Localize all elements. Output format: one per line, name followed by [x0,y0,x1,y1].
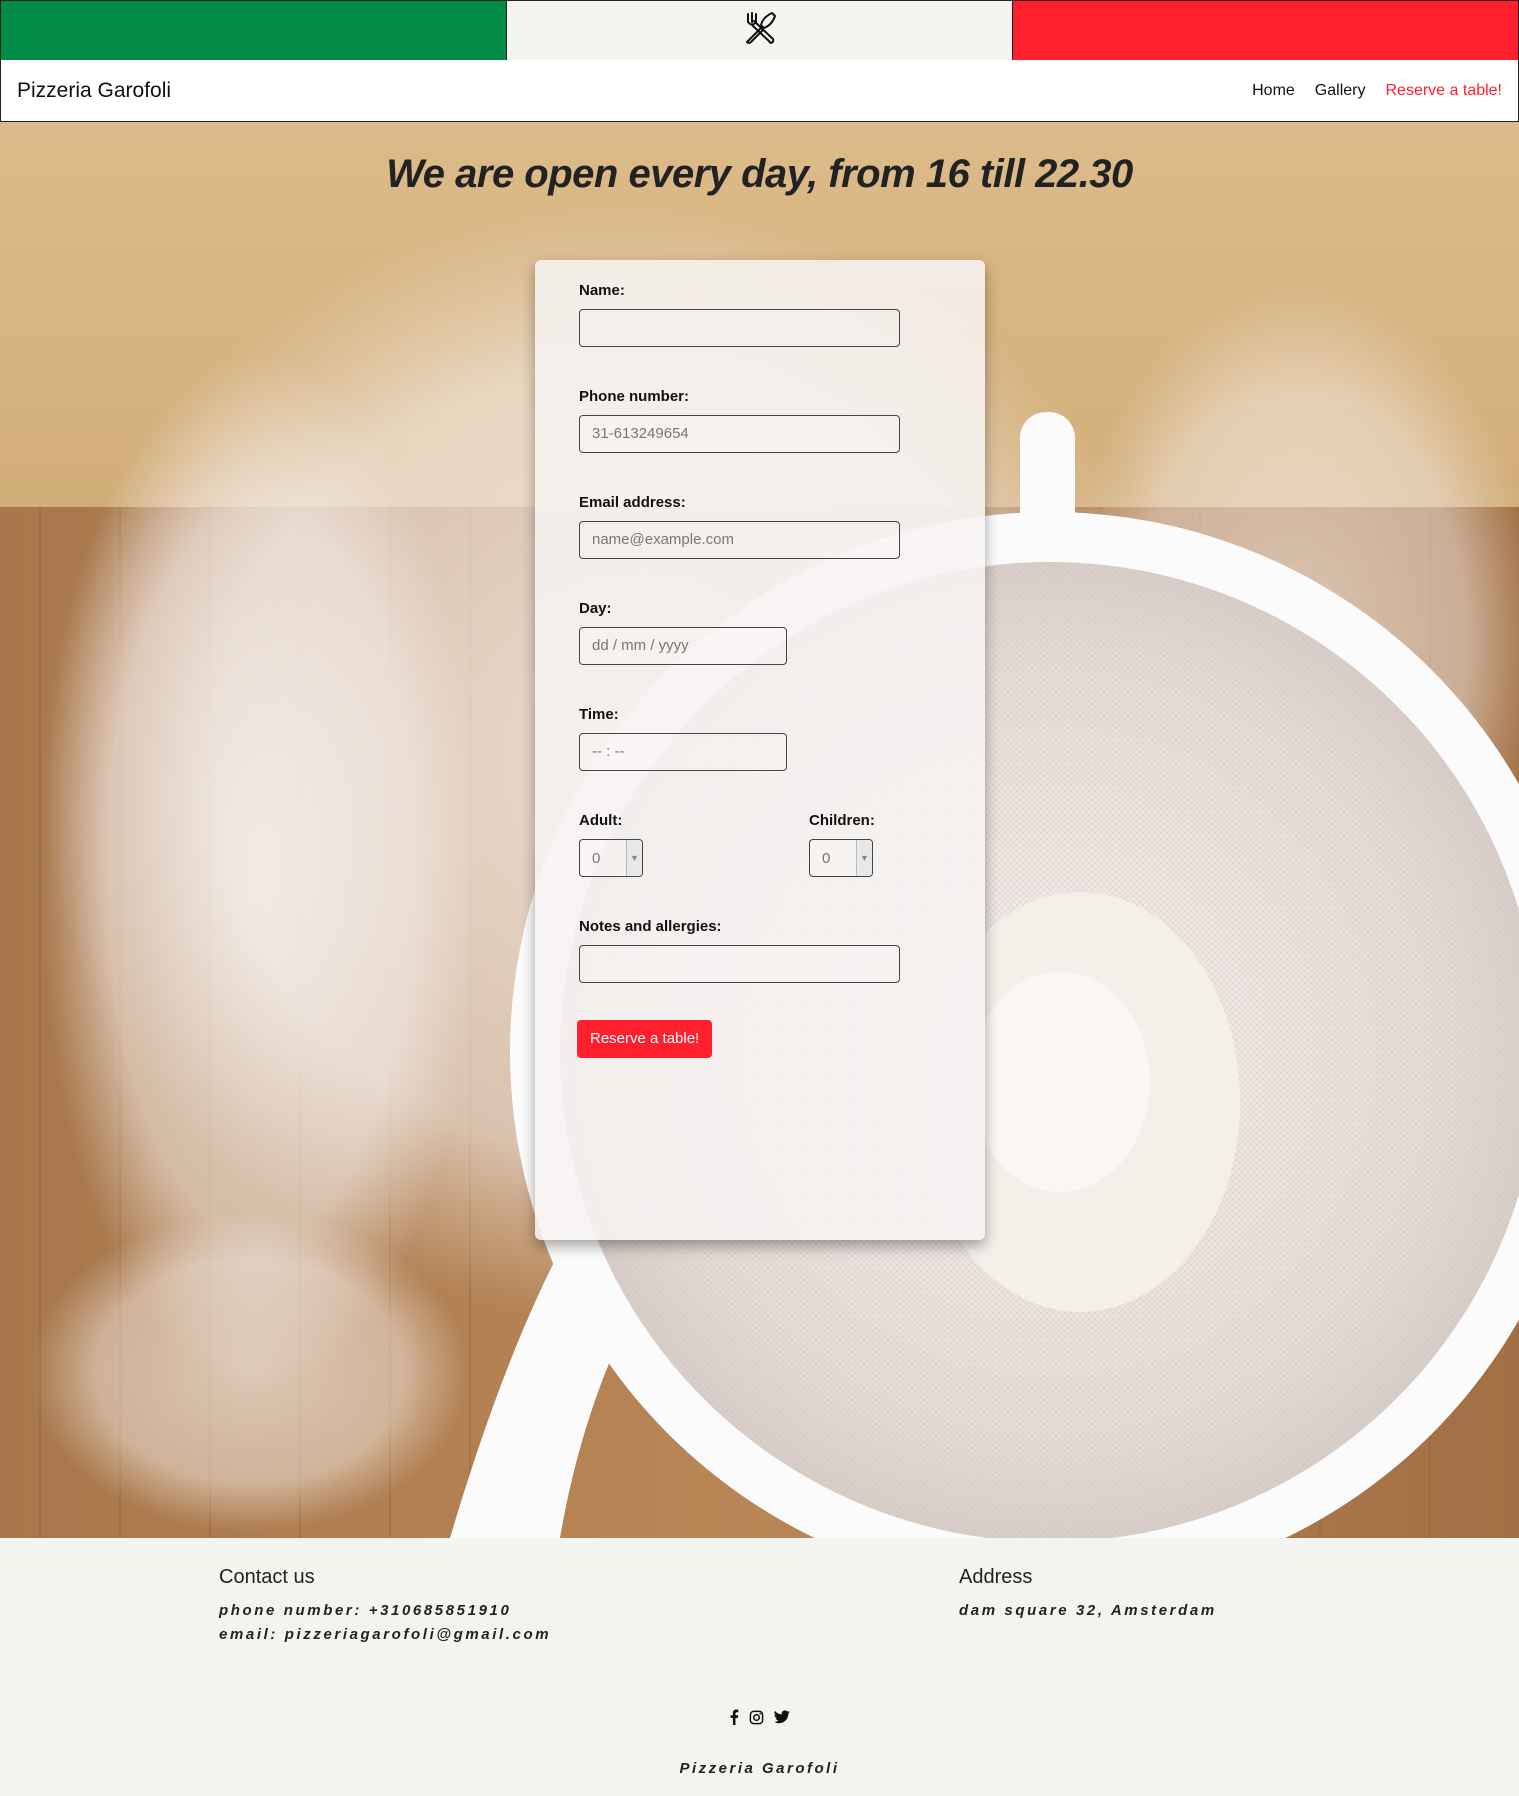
children-select[interactable]: 0 ▼ [809,839,873,877]
contact-phone: phone number: +310685851910 [219,1602,512,1619]
email-label: Email address: [579,494,686,511]
facebook-icon[interactable] [729,1708,739,1726]
children-select-value: 0 [822,849,831,867]
adult-label: Adult: [579,812,623,829]
top-navbar: Pizzeria Garofoli Home Gallery Reserve a… [0,60,1519,122]
nav-links: Home Gallery Reserve a table! [1232,82,1502,100]
children-field-group: Children: 0 ▼ [809,812,875,877]
adult-field-group: Adult: 0 ▼ [579,812,643,877]
day-label: Day: [579,600,612,617]
site-footer: Contact us phone number: +310685851910 e… [0,1538,1519,1796]
phone-field-group: Phone number: 31-613249654 [579,388,900,453]
reservation-form: Name: Phone number: 31-613249654 Email a… [535,260,985,1240]
name-input[interactable] [579,309,900,347]
contact-title: Contact us [219,1566,315,1588]
nav-reserve-link[interactable]: Reserve a table! [1385,82,1502,100]
nav-gallery-link[interactable]: Gallery [1315,82,1366,100]
notes-label: Notes and allergies: [579,918,722,935]
adult-select-value: 0 [592,849,601,867]
flag-green-stripe [1,1,507,60]
italian-flag-banner [0,0,1519,61]
day-date-input[interactable]: dd / mm / yyyy [579,627,787,665]
address-title: Address [959,1566,1033,1588]
phone-label: Phone number: [579,388,690,405]
chevron-down-icon: ▼ [856,840,872,876]
brand-link[interactable]: Pizzeria Garofoli [17,79,171,103]
children-label: Children: [809,812,875,829]
notes-field-group: Notes and allergies: [579,918,900,983]
contact-section: Contact us phone number: +310685851910 e… [219,1566,551,1647]
notes-input[interactable] [579,945,900,983]
day-field-group: Day: dd / mm / yyyy [579,600,787,665]
time-input[interactable]: -- : -- [579,733,787,771]
flag-red-stripe [1013,1,1518,60]
flag-white-stripe [507,1,1013,60]
address-section: Address dam square 32, Amsterdam [959,1566,1217,1623]
instagram-icon[interactable] [749,1708,764,1725]
twitter-icon[interactable] [774,1708,791,1724]
address-line: dam square 32, Amsterdam [959,1602,1217,1619]
phone-input[interactable]: 31-613249654 [579,415,900,453]
email-input[interactable]: name@example.com [579,521,900,559]
social-links [0,1708,1519,1726]
email-field-group: Email address: name@example.com [579,494,900,559]
name-field-group: Name: [579,282,900,347]
opening-hours-headline: We are open every day, from 16 till 22.3… [386,152,1133,196]
utensils-icon [741,9,779,52]
time-field-group: Time: -- : -- [579,706,787,771]
reservation-hero: We are open every day, from 16 till 22.3… [0,122,1519,1538]
footer-copyright: Pizzeria Garofoli [679,1760,840,1777]
reserve-submit-button[interactable]: Reserve a table! [577,1020,713,1058]
nav-home-link[interactable]: Home [1252,82,1295,100]
adult-select[interactable]: 0 ▼ [579,839,643,877]
name-label: Name: [579,282,625,299]
time-label: Time: [579,706,619,723]
contact-email: email: pizzeriagarofoli@gmail.com [219,1626,552,1643]
chevron-down-icon: ▼ [626,840,642,876]
